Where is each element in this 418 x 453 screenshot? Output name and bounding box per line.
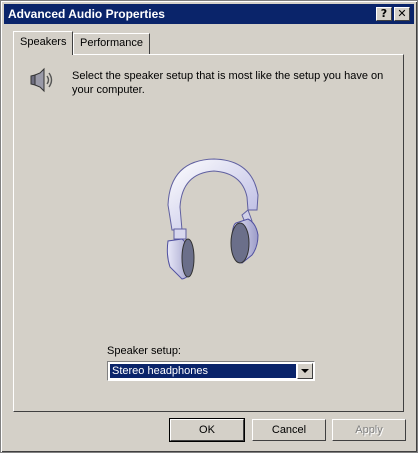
speaker-description: Select the speaker setup that is most li…: [72, 70, 384, 96]
tab-performance[interactable]: Performance: [73, 33, 150, 54]
tab-speakers[interactable]: Speakers: [13, 31, 74, 55]
title-bar[interactable]: Advanced Audio Properties ? ✕: [4, 4, 414, 24]
cancel-button[interactable]: Cancel: [252, 419, 326, 441]
apply-button[interactable]: Apply: [332, 419, 406, 441]
speaker-setup-label: Speaker setup:: [107, 345, 181, 357]
close-button[interactable]: ✕: [394, 7, 410, 21]
chevron-down-icon: [301, 369, 309, 373]
dropdown-arrow-button[interactable]: [297, 363, 313, 379]
headphones-icon: [166, 158, 259, 280]
speaker-icon: [30, 67, 53, 93]
dialog-window: Advanced Audio Properties ? ✕ Speakers P…: [0, 0, 418, 453]
ok-button[interactable]: OK: [169, 418, 245, 442]
window-title: Advanced Audio Properties: [8, 7, 165, 21]
speaker-setup-dropdown[interactable]: Stereo headphones: [107, 361, 315, 381]
help-button[interactable]: ?: [376, 7, 392, 21]
speakers-panel: Select the speaker setup that is most li…: [13, 54, 404, 412]
speaker-setup-value: Stereo headphones: [110, 364, 296, 378]
